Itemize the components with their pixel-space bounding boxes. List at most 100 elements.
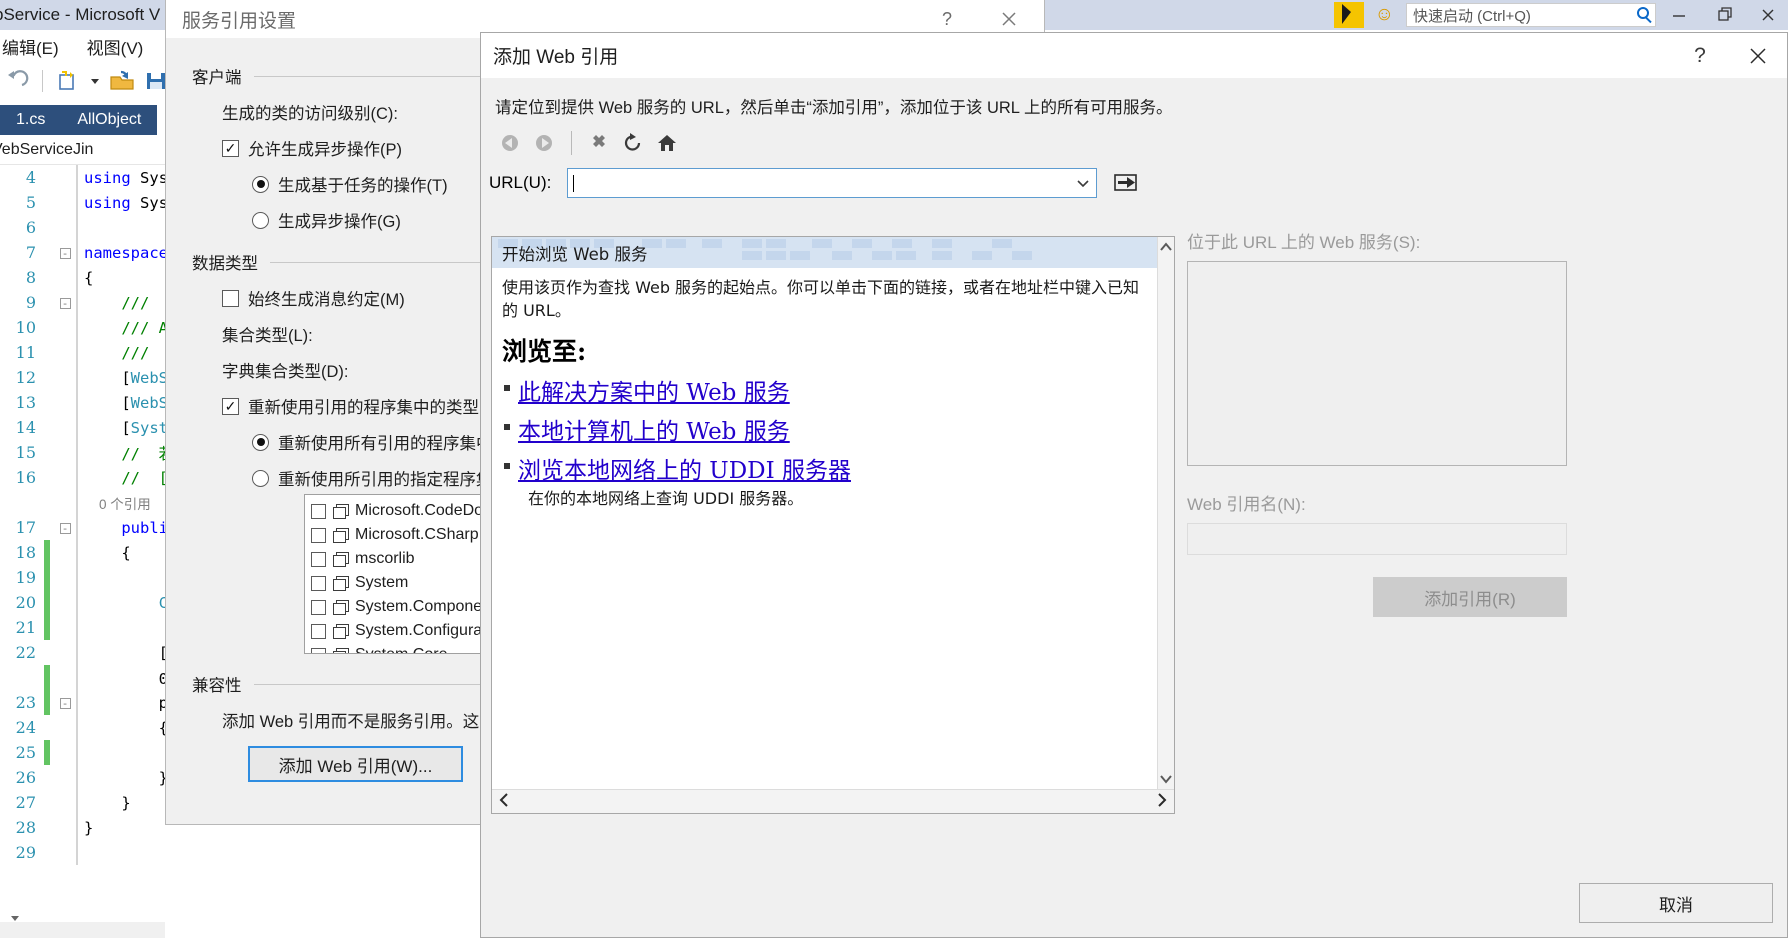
assembly-checkbox[interactable] — [311, 647, 326, 653]
close-button[interactable] — [1748, 0, 1788, 30]
line-number: 9 — [25, 293, 36, 312]
scroll-down-arrow[interactable] — [1158, 769, 1174, 789]
change-indicator — [44, 465, 50, 490]
add-web-reference-dialog: 添加 Web 引用 ? 请定位到提供 Web 服务的 URL，然后单击“添加引用… — [480, 32, 1788, 938]
browser-link[interactable]: 本地计算机上的 Web 服务 — [518, 419, 790, 445]
change-indicator — [44, 365, 50, 390]
line-number: 10 — [15, 318, 36, 337]
assembly-checkbox[interactable] — [311, 599, 326, 615]
awr-close-button[interactable] — [1729, 33, 1787, 78]
scroll-up-arrow[interactable] — [1158, 237, 1174, 257]
change-indicator — [44, 415, 50, 440]
menu-item-edit[interactable]: 编辑(E) — [0, 34, 73, 59]
fold-toggle[interactable]: - — [54, 246, 76, 260]
web-ref-name-input[interactable] — [1187, 523, 1567, 555]
undo-icon[interactable] — [2, 66, 32, 96]
code-text: /// — [84, 343, 159, 362]
forward-icon[interactable] — [529, 128, 559, 158]
tab-1cs[interactable]: 1.cs — [0, 105, 62, 135]
restore-button[interactable] — [1702, 0, 1748, 30]
fold-toggle[interactable]: - — [54, 696, 76, 710]
browser-horizontal-scrollbar[interactable] — [492, 789, 1174, 813]
code-text: /// — [84, 293, 159, 312]
code-text: 0 个引用 — [84, 496, 151, 512]
refresh-icon[interactable] — [618, 128, 648, 158]
assembly-checkbox[interactable] — [311, 623, 326, 639]
assembly-checkbox[interactable] — [311, 527, 326, 543]
reuse-types-checkbox[interactable] — [222, 397, 239, 415]
collection-type-label: 集合类型(L): — [222, 327, 313, 345]
allow-async-checkbox[interactable] — [222, 139, 239, 157]
services-list[interactable] — [1187, 261, 1567, 466]
task-based-radio[interactable] — [252, 175, 269, 193]
back-icon[interactable] — [495, 128, 525, 158]
editor-horizontal-scrollbar[interactable] — [0, 922, 165, 938]
chevron-down-icon[interactable] — [1070, 169, 1096, 197]
awr-title-buttons: ? — [1671, 33, 1787, 78]
cancel-button[interactable]: 取消 — [1579, 883, 1773, 923]
change-indicator — [44, 515, 50, 540]
task-based-label: 生成基于任务的操作(T) — [278, 177, 448, 195]
assembly-name: System.Component — [355, 598, 496, 615]
add-web-reference-button[interactable]: 添加 Web 引用(W)... — [248, 746, 463, 782]
scroll-left-arrow[interactable] — [492, 792, 516, 812]
fold-toggle[interactable]: - — [54, 296, 76, 310]
add-reference-button[interactable]: 添加引用(R) — [1373, 577, 1567, 617]
scroll-right-arrow[interactable] — [1150, 792, 1174, 812]
line-number: 27 — [15, 793, 36, 812]
services-list-label: 位于此 URL 上的 Web 服务(S): — [1187, 233, 1421, 252]
tab-allobject[interactable]: AllObject — [61, 105, 158, 135]
browser-vertical-scrollbar[interactable] — [1157, 237, 1174, 789]
change-indicator — [44, 265, 50, 290]
browser-banner-title: 开始浏览 Web 服务 — [502, 245, 648, 264]
change-indicator — [44, 240, 50, 265]
dict-collection-type-label: 字典集合类型(D): — [222, 363, 349, 381]
srs-title-text: 服务引用设置 — [182, 10, 297, 32]
async-ops-radio[interactable] — [252, 211, 269, 229]
change-indicator — [44, 765, 50, 790]
assembly-checkbox[interactable] — [311, 575, 326, 591]
new-project-icon[interactable] — [53, 66, 83, 96]
browser-link[interactable]: 此解决方案中的 Web 服务 — [518, 380, 790, 406]
menu-item-view[interactable]: 视图(V) — [73, 34, 158, 59]
reuse-specified-radio[interactable] — [252, 469, 269, 487]
change-indicator — [44, 840, 50, 865]
home-icon[interactable] — [652, 128, 682, 158]
indent-guide — [76, 740, 78, 765]
assembly-icon — [333, 504, 349, 519]
line-number: 29 — [15, 843, 36, 862]
reuse-all-radio[interactable] — [252, 433, 269, 451]
code-text: } — [84, 818, 94, 837]
reuse-types-label: 重新使用引用的程序集中的类型(R — [248, 399, 497, 417]
change-indicator — [44, 315, 50, 340]
smiley-feedback-icon[interactable]: ☺ — [1375, 4, 1394, 26]
line-number: 26 — [15, 768, 36, 787]
browser-banner: 开始浏览 Web 服务 — [492, 237, 1157, 268]
browser-link-item: 此解决方案中的 Web 服务 — [504, 373, 1157, 407]
url-input[interactable] — [567, 168, 1097, 198]
assembly-name: mscorlib — [355, 550, 415, 567]
open-file-icon[interactable] — [107, 66, 137, 96]
line-number: 19 — [15, 568, 36, 587]
url-row: URL(U): — [481, 162, 1787, 198]
feedback-flag-icon[interactable] — [1329, 0, 1369, 30]
browser-link[interactable]: 浏览本地网络上的 UDDI 服务器 — [518, 458, 851, 484]
stop-icon[interactable] — [584, 128, 614, 158]
always-msg-contract-checkbox[interactable] — [222, 289, 239, 307]
web-browser-pane[interactable]: 开始浏览 Web 服务 使用该页作为查找 Web 服务的起始点。你可以单击下面的… — [491, 236, 1175, 814]
line-number: 5 — [25, 193, 36, 212]
toolbar-separator — [571, 131, 572, 155]
fold-toggle[interactable]: - — [54, 521, 76, 535]
line-number: 13 — [15, 393, 36, 412]
minimize-button[interactable] — [1656, 0, 1702, 30]
change-indicator — [44, 440, 50, 465]
assembly-checkbox[interactable] — [311, 551, 326, 567]
go-button[interactable] — [1113, 172, 1139, 194]
assembly-checkbox[interactable] — [311, 503, 326, 519]
change-indicator — [44, 540, 50, 565]
chevron-down-icon[interactable] — [87, 66, 103, 96]
client-group-label: 客户端 — [192, 69, 242, 87]
quick-launch-input[interactable]: 快速启动 (Ctrl+Q) — [1406, 3, 1656, 27]
awr-help-button[interactable]: ? — [1671, 33, 1729, 78]
assembly-icon — [333, 648, 349, 653]
